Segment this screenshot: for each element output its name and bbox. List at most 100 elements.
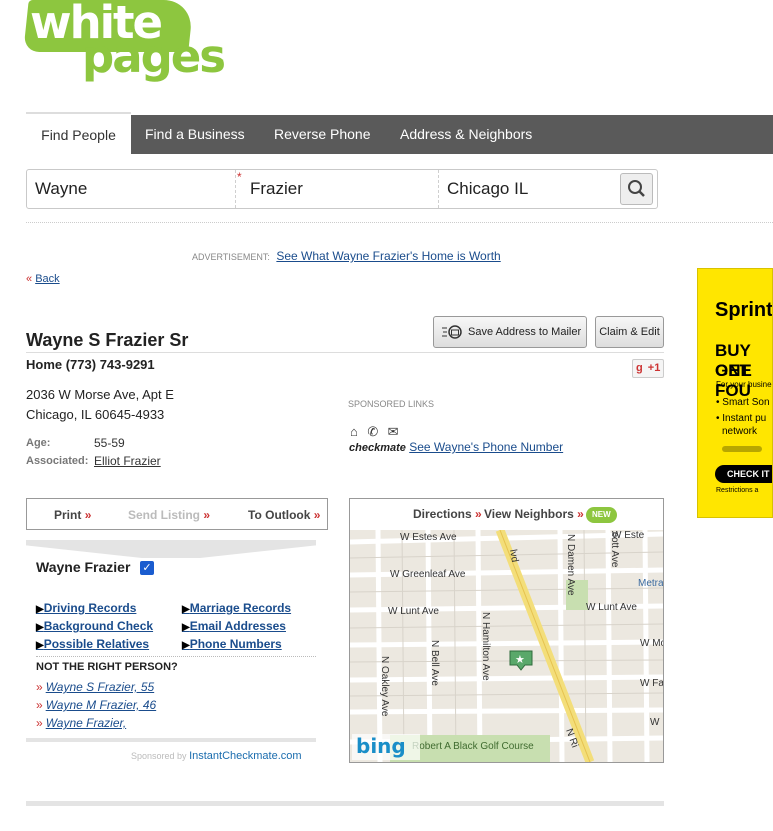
phone-number-link[interactable]: See Wayne's Phone Number — [409, 440, 563, 454]
arrow-icon: » — [36, 680, 43, 694]
map-header: Directions » View Neighbors » NEW — [350, 499, 663, 530]
logo-text-pages: pages — [82, 30, 226, 83]
alternate-person-link[interactable]: Wayne M Frazier, 46 — [46, 698, 156, 712]
sponsored-by-label: Sponsored by — [131, 751, 187, 761]
tab-find-business[interactable]: Find a Business — [145, 115, 245, 154]
print-label: Print — [54, 508, 82, 522]
svg-text:lvd: lvd — [507, 549, 520, 564]
tab-reverse-phone[interactable]: Reverse Phone — [274, 115, 371, 154]
address-line-2: Chicago, IL 60645-4933 — [26, 407, 165, 422]
svg-text:W Far: W Far — [640, 678, 663, 689]
sponsor-link[interactable]: InstantCheckmate.com — [189, 750, 302, 762]
alternate-person-link[interactable]: Wayne S Frazier, 55 — [46, 680, 155, 694]
print-action[interactable]: Print » — [54, 508, 91, 522]
send-listing-action[interactable]: Send Listing » — [128, 508, 210, 522]
claim-edit-button[interactable]: Claim & Edit — [595, 316, 664, 348]
possible-relatives-link[interactable]: ▶Possible Relatives — [36, 637, 149, 651]
email-addresses-link[interactable]: ▶Email Addresses — [182, 619, 286, 633]
background-check-link[interactable]: ▶Background Check — [36, 619, 153, 633]
svg-text:N Bell Ave: N Bell Ave — [429, 640, 440, 686]
bing-logo: bing — [356, 734, 406, 758]
back-arrow: « — [26, 273, 33, 285]
tab-find-people[interactable]: Find People — [26, 112, 131, 154]
alternate-person: » Wayne M Frazier, 46 — [36, 698, 156, 712]
panel-divider — [36, 656, 316, 657]
phone-numbers-link[interactable]: ▶Phone Numbers — [182, 637, 282, 651]
svg-text:N Oakley Ave: N Oakley Ave — [379, 656, 390, 717]
svg-text:W: W — [650, 717, 660, 728]
view-neighbors-link[interactable]: View Neighbors » — [484, 499, 584, 530]
first-name-input[interactable]: Wayne — [27, 170, 236, 208]
age-label: Age: — [26, 437, 51, 449]
arrow-icon: » — [577, 507, 584, 521]
panel-bottom-border — [26, 738, 316, 742]
map-panel: Directions » View Neighbors » NEW W Este… — [349, 498, 664, 763]
arrow-icon: » — [84, 508, 92, 522]
sprint-fine-print: Restrictions a — [716, 487, 759, 494]
sprint-cta-button[interactable]: CHECK IT O — [715, 465, 772, 483]
svg-text:cott Ave: cott Ave — [609, 532, 620, 568]
sprint-bullet-1: • Smart Son — [716, 397, 770, 408]
listing-actions: Print » Send Listing » To Outlook » — [26, 498, 328, 530]
last-name-input[interactable]: Frazier — [236, 170, 439, 208]
save-address-label: Save Address to Mailer — [468, 326, 582, 338]
search-button[interactable] — [620, 173, 653, 205]
directions-label: Directions — [413, 507, 472, 521]
advertisement-line: ADVERTISEMENT: See What Wayne Frazier's … — [192, 249, 501, 263]
svg-text:Robert A Black Golf Course: Robert A Black Golf Course — [412, 741, 534, 752]
home-phone: Home (773) 743-9291 — [26, 357, 155, 372]
possible-relatives-label: Possible Relatives — [43, 637, 150, 651]
sprint-ad-banner[interactable]: Sprint BUY ONE GET FOU For your busine •… — [697, 268, 773, 518]
back-link-wrap: « Back — [26, 273, 60, 285]
driving-records-link[interactable]: ▶Driving Records — [36, 601, 136, 615]
back-link[interactable]: Back — [35, 273, 59, 285]
sprint-sub: For your busine — [716, 380, 772, 389]
alternate-person: » Wayne S Frazier, 55 — [36, 680, 154, 694]
to-outlook-action[interactable]: To Outlook » — [248, 508, 320, 522]
footer-bar — [26, 801, 664, 806]
svg-text:W Greenleaf Ave: W Greenleaf Ave — [390, 569, 466, 580]
sprint-brand: Sprint — [715, 299, 773, 321]
whitepages-logo[interactable]: white pages TM — [23, 0, 226, 83]
alternate-person: » Wayne Frazier, — [36, 716, 126, 730]
driving-records-label: Driving Records — [43, 601, 137, 615]
phone-icon: ✆ — [367, 424, 379, 439]
tab-address-neighbors[interactable]: Address & Neighbors — [400, 115, 532, 154]
associated-link[interactable]: Elliot Frazier — [94, 454, 161, 468]
sprint-scribble — [722, 446, 762, 452]
not-right-person-heading: NOT THE RIGHT PERSON? — [36, 661, 178, 673]
sponsored-by: Sponsored by InstantCheckmate.com — [131, 750, 302, 762]
svg-text:W Estes Ave: W Estes Ave — [400, 532, 457, 543]
svg-text:★: ★ — [515, 653, 525, 666]
location-input[interactable]: Chicago IL — [439, 170, 619, 208]
arrow-icon: » — [203, 508, 211, 522]
triangle-icon: ▶ — [182, 640, 190, 651]
home-worth-link[interactable]: See What Wayne Frazier's Home is Worth — [276, 249, 500, 263]
map-image[interactable]: W Estes Ave W Greenleaf Ave W Lunt Ave W… — [350, 530, 663, 762]
marriage-records-link[interactable]: ▶Marriage Records — [182, 601, 291, 615]
save-address-button[interactable]: Save Address to Mailer — [433, 316, 587, 348]
mailer-icon — [442, 325, 462, 339]
new-badge: NEW — [586, 507, 617, 523]
search-bar: Wayne * Frazier Chicago IL — [26, 169, 658, 209]
google-plus-label: +1 — [647, 362, 661, 374]
phone-numbers-label: Phone Numbers — [189, 637, 282, 651]
google-plus-button[interactable]: g +1 — [632, 359, 664, 378]
send-listing-label: Send Listing — [128, 508, 200, 522]
marriage-records-label: Marriage Records — [189, 601, 292, 615]
arrow-icon: » — [313, 508, 321, 522]
main-nav: Find People Find a Business Reverse Phon… — [26, 112, 773, 154]
panel-person-name: Wayne Frazier — [36, 559, 131, 575]
divider — [26, 222, 773, 223]
address-line-1: 2036 W Morse Ave, Apt E — [26, 387, 174, 402]
directions-link[interactable]: Directions » — [413, 499, 482, 530]
svg-text:W Lunt Ave: W Lunt Ave — [586, 602, 637, 613]
arrow-icon: » — [475, 507, 482, 521]
triangle-icon: ▶ — [36, 604, 44, 615]
svg-text:N Hamilton Ave: N Hamilton Ave — [480, 612, 491, 681]
checkmate-logo: checkmate — [349, 442, 406, 454]
svg-text:W Lunt Ave: W Lunt Ave — [388, 606, 439, 617]
view-neighbors-label: View Neighbors — [484, 507, 574, 521]
sponsored-label: SPONSORED LINKS — [348, 399, 435, 409]
alternate-person-link[interactable]: Wayne Frazier, — [46, 716, 126, 730]
